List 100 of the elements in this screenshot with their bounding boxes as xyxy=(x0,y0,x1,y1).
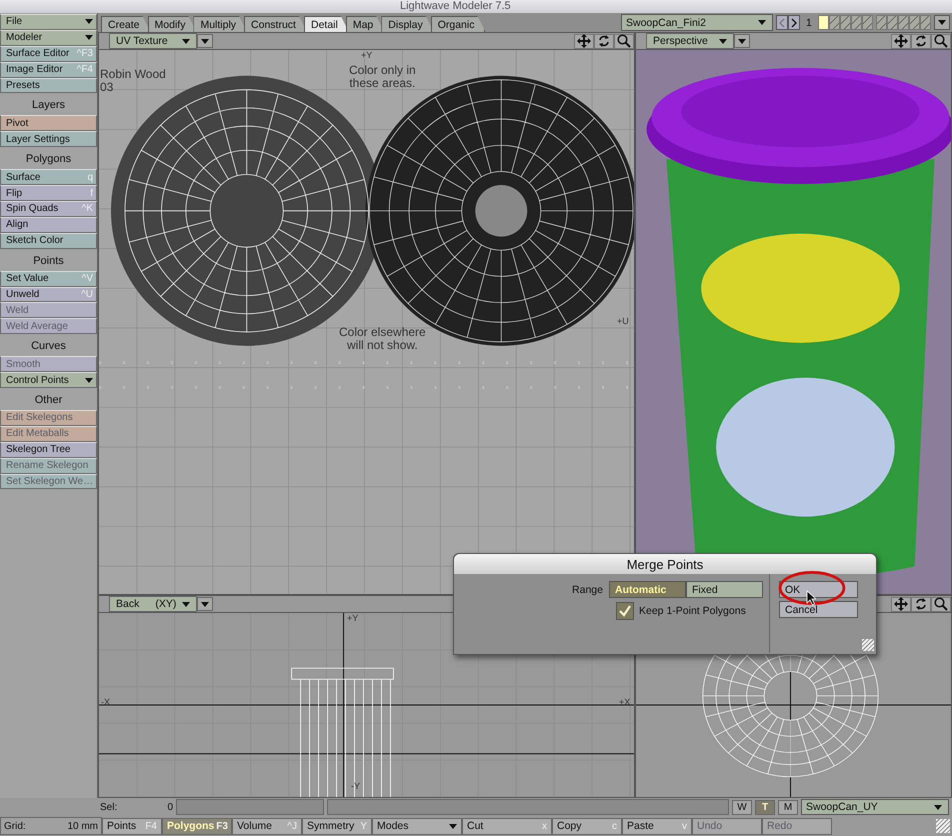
sidebar-heading: Polygons xyxy=(24,152,72,168)
axis-label: +U xyxy=(617,316,629,326)
axis-label: +X xyxy=(619,697,630,707)
move-arrows-icon xyxy=(577,34,591,48)
next-layer-button[interactable] xyxy=(788,15,800,30)
sidebar-button[interactable]: Set Value ^V xyxy=(0,270,97,287)
object-dropdown[interactable]: SwoopCan_Fini2 xyxy=(621,14,773,31)
sidebar-button[interactable]: Align xyxy=(0,216,97,233)
layer-menu-button[interactable] xyxy=(934,15,950,30)
move-arrows-icon xyxy=(894,34,908,48)
texture-note: Color elsewhere will not show. xyxy=(339,326,426,352)
sidebar-button[interactable]: File xyxy=(0,14,97,30)
left-chevron-icon xyxy=(779,18,785,28)
sidebar-button[interactable]: Pivot xyxy=(0,115,97,132)
sidebar-button[interactable]: Layer Settings xyxy=(0,131,97,148)
checkmark-icon xyxy=(619,605,631,617)
dialog-button[interactable]: Cancel xyxy=(779,601,858,618)
layer-slot[interactable] xyxy=(840,15,851,30)
pan-button[interactable] xyxy=(574,34,594,48)
sidebar-button[interactable]: Surface Editor ^F3 xyxy=(0,46,97,62)
map-type-button[interactable]: M xyxy=(778,800,798,814)
sidebar-heading: Other xyxy=(34,393,64,408)
axis-label: +Y xyxy=(347,613,358,623)
rotate-arrows-icon xyxy=(914,34,928,48)
range-option[interactable]: Fixed xyxy=(686,581,763,598)
layer-slot[interactable] xyxy=(876,15,887,30)
map-type-button[interactable]: W xyxy=(732,800,752,814)
sidebar-button[interactable]: Flip f xyxy=(0,185,97,202)
view-dropdown[interactable]: Perspective xyxy=(646,33,734,49)
pan-button[interactable] xyxy=(891,596,911,612)
dropdown-arrow-icon xyxy=(938,20,946,25)
checkbox[interactable] xyxy=(616,602,634,620)
layer-slot[interactable] xyxy=(828,15,840,30)
dropdown-arrow-icon xyxy=(182,38,190,44)
sidebar-heading: Curves xyxy=(30,339,67,354)
range-label: Range xyxy=(572,584,603,596)
view-dropdown[interactable]: UV Texture xyxy=(109,33,197,49)
resize-grip-icon xyxy=(862,639,874,651)
mode-button[interactable]: Copy c xyxy=(552,818,622,834)
sidebar-button[interactable]: Image Editor ^F4 xyxy=(0,62,97,78)
rotate-button[interactable] xyxy=(911,596,931,612)
layer-number: 1 xyxy=(806,16,812,28)
axis-label: -X xyxy=(101,697,110,707)
mode-button[interactable]: Volume ^J xyxy=(232,818,302,834)
previous-layer-button[interactable] xyxy=(776,15,788,30)
pan-button[interactable] xyxy=(891,34,911,48)
mode-button[interactable]: Modes xyxy=(372,818,462,834)
magnifier-icon xyxy=(934,597,948,611)
range-option[interactable]: Automatic xyxy=(609,581,686,598)
sidebar-button[interactable]: Skelegon Tree xyxy=(0,442,97,458)
toolbar-tab[interactable]: Display xyxy=(381,16,434,32)
toolbar-tab[interactable]: Construct xyxy=(244,16,307,32)
sidebar-button[interactable]: Control Points xyxy=(0,372,97,388)
move-arrows-icon xyxy=(894,597,908,611)
dialog-title: Merge Points xyxy=(454,554,876,574)
map-type-button[interactable]: T xyxy=(755,800,775,814)
sidebar-button[interactable]: Spin Quads ^K xyxy=(0,201,97,217)
dropdown-arrow-icon xyxy=(719,38,727,44)
selection-label: Sel: xyxy=(99,802,118,812)
rotate-arrows-icon xyxy=(914,597,928,611)
dropdown-arrow-icon xyxy=(758,20,766,25)
sidebar-button[interactable]: Modeler xyxy=(0,30,97,46)
sidebar-button[interactable]: Surface q xyxy=(0,169,97,186)
mode-button[interactable]: Points F4 xyxy=(102,818,162,834)
zoom-button[interactable] xyxy=(931,596,951,612)
right-chevron-icon xyxy=(791,18,797,28)
axis-label: +Y xyxy=(361,50,372,60)
uv-map-dropdown[interactable]: SwoopCan_UY xyxy=(801,799,949,815)
sidebar-button[interactable]: Presets xyxy=(0,78,97,94)
layer-slot[interactable] xyxy=(862,15,873,30)
selection-count: 0 xyxy=(166,802,173,812)
magnifier-icon xyxy=(934,34,948,48)
toolbar-tab[interactable]: Organic xyxy=(430,16,486,32)
rotate-button[interactable] xyxy=(594,34,614,48)
mode-button[interactable]: Symmetry Y xyxy=(302,818,372,834)
resize-grip-icon xyxy=(936,819,950,833)
dropdown-arrow-icon xyxy=(201,38,209,44)
texture-note: Color only in these areas. xyxy=(349,64,416,90)
toolbar-tab[interactable]: Create xyxy=(101,16,151,32)
dropdown-arrow-icon xyxy=(182,602,190,606)
grid-label: Grid: xyxy=(4,820,26,832)
sidebar-button[interactable]: Unweld ^U xyxy=(0,286,97,302)
view-options-button[interactable] xyxy=(734,34,750,48)
mode-button[interactable]: Cut x xyxy=(462,818,552,834)
view-options-button[interactable] xyxy=(197,597,214,611)
mode-button[interactable]: Paste v xyxy=(622,818,692,834)
window-title: Lightwave Modeler 7.5 xyxy=(400,0,511,13)
magnifier-icon xyxy=(617,34,631,48)
grid-size: 10 mm xyxy=(67,820,98,832)
zoom-button[interactable] xyxy=(614,34,634,48)
zoom-button[interactable] xyxy=(931,34,951,48)
view-options-button[interactable] xyxy=(197,34,213,48)
toolbar-tab[interactable]: Detail xyxy=(304,16,349,32)
layer-slot[interactable] xyxy=(818,15,829,30)
rotate-button[interactable] xyxy=(911,34,931,48)
view-dropdown[interactable]: Back (XY) xyxy=(109,596,198,612)
dropdown-arrow-icon xyxy=(738,38,746,44)
rotate-arrows-icon xyxy=(597,34,611,48)
layer-slot[interactable] xyxy=(850,15,862,30)
sidebar-button[interactable]: Sketch Color xyxy=(0,232,97,249)
